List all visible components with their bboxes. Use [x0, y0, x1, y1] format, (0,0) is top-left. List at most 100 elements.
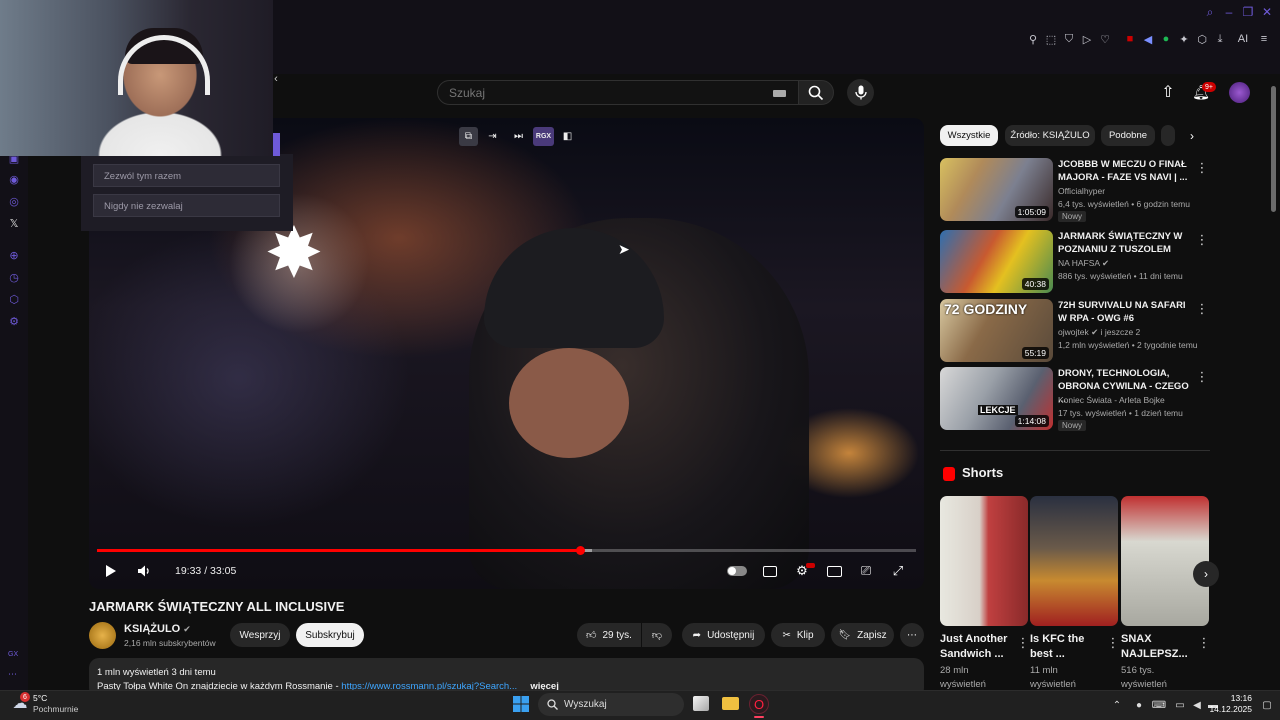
recommendation-thumbnail[interactable]: 40:38 [940, 230, 1053, 293]
task-view-icon[interactable] [693, 696, 709, 711]
keyboard-icon[interactable]: ⌨ [1152, 698, 1166, 712]
network-icon[interactable]: ▭ [1173, 698, 1187, 712]
add-icon[interactable]: ⊕ [6, 247, 22, 263]
messenger-icon[interactable]: ◉ [6, 171, 22, 187]
compare-icon[interactable]: ◧ [558, 127, 577, 146]
like-button[interactable]: 👍︎ 29 tys. [577, 623, 641, 647]
recommendation-title[interactable]: 72H SURVIVALU NA SAFARI W RPA - owg #6 [1058, 299, 1194, 325]
instagram-icon[interactable]: ◎ [6, 193, 22, 209]
skip-icon[interactable]: ⏭ [509, 127, 528, 146]
chip-source[interactable]: Źródło: KSIĄŻULO [1005, 125, 1095, 146]
recommendation-menu-icon[interactable]: ⋮ [1196, 232, 1209, 248]
recommendation-menu-icon[interactable]: ⋮ [1196, 301, 1209, 317]
short-thumbnail[interactable] [1030, 496, 1118, 626]
recommendation-item[interactable]: 72 GODZINY 55:19 72H SURVIVALU NA SAFARI … [940, 299, 1210, 363]
webcam-overlay[interactable] [0, 0, 273, 156]
extensions-menu-icon[interactable]: ⬡ [1194, 31, 1210, 47]
short-menu-icon[interactable]: ⋮ [1017, 635, 1030, 650]
subscribe-button[interactable]: Subskrybuj [296, 623, 364, 647]
keyboard-icon[interactable] [773, 90, 786, 97]
recommendation-menu-icon[interactable]: ⋮ [1196, 160, 1209, 176]
opera-gx-icon[interactable]: O [749, 694, 769, 714]
recommendation-channel[interactable]: Officialhyper [1058, 186, 1105, 196]
clock-date[interactable]: 14.12.2025 [1200, 704, 1252, 714]
ai-button[interactable]: AI [1232, 31, 1254, 47]
more-actions-button[interactable]: ⋯ [900, 623, 924, 647]
autoplay-toggle[interactable] [726, 561, 748, 581]
short-title[interactable]: Just Another Sandwich ... [940, 632, 1016, 662]
allow-once-button[interactable]: Zezwól tym razem [93, 164, 280, 187]
chips-next-icon[interactable]: › [1183, 127, 1201, 145]
channel-avatar[interactable] [89, 622, 116, 649]
minimize-icon[interactable]: – [1220, 4, 1238, 20]
flag-icon[interactable]: ■ [1122, 31, 1138, 47]
miniplayer-button[interactable] [823, 561, 845, 581]
recommendation-item[interactable]: LEKCJE 1:14:08 DRONY, TECHNOLOGIA, OBRONA… [940, 367, 1210, 431]
tray-chevron-icon[interactable]: ⌃ [1110, 698, 1124, 712]
restore-icon[interactable]: ❐ [1239, 4, 1257, 20]
recommendation-item[interactable]: 40:38 JARMARK ŚWIĄTECZNY W POZNANIU Z TU… [940, 230, 1210, 294]
short-title[interactable]: SNAX NAJLEPSZ... [1121, 632, 1197, 662]
search-button[interactable] [798, 80, 834, 105]
clip-button[interactable]: ✂ Klip [771, 623, 825, 647]
recommendation-channel[interactable]: Koniec Świata - Arleta Bojke [1058, 395, 1165, 405]
puzzle-icon[interactable]: ✦ [1176, 31, 1192, 47]
history-icon[interactable]: ◷ [6, 269, 22, 285]
x-icon[interactable]: 𝕏 [6, 215, 22, 231]
windows-start-icon[interactable] [513, 696, 529, 712]
close-icon[interactable]: ✕ [1258, 4, 1276, 20]
never-allow-button[interactable]: Nigdy nie zezwalaj [93, 194, 280, 217]
recommendation-menu-icon[interactable]: ⋮ [1196, 369, 1209, 385]
shield-icon[interactable]: ⛉ [1061, 31, 1077, 47]
taskbar-search[interactable]: Wyszukaj [538, 693, 684, 716]
channel-name[interactable]: KSIĄŻULO ✔ [124, 623, 191, 635]
volume-button[interactable] [133, 561, 155, 581]
short-menu-icon[interactable]: ⋮ [1198, 635, 1211, 650]
share-button[interactable]: ➦ Udostępnij [682, 623, 765, 647]
recommendation-item[interactable]: 1:05:09 JCOBBB W MECZU O FINAŁ MAJORA - … [940, 158, 1210, 222]
short-item[interactable]: Is KFC the best ... 11 mln wyświetleń ⋮ [1030, 496, 1120, 690]
recommendation-title[interactable]: JARMARK ŚWIĄTECZNY W POZNANIU Z TUSZOLEM [1058, 230, 1194, 256]
short-title[interactable]: Is KFC the best ... [1030, 632, 1106, 662]
short-item[interactable]: SNAX NAJLEPSZ... 516 tys. wyświetleń ⋮ [1121, 496, 1211, 690]
search-input[interactable] [438, 81, 738, 104]
voice-search-button[interactable] [847, 79, 874, 106]
avatar[interactable] [1229, 82, 1250, 103]
pin-icon[interactable]: ⚲ [1025, 31, 1041, 47]
upload-icon[interactable]: ⇧ [1159, 83, 1177, 101]
save-button[interactable]: 🔖︎ Zapisz [831, 623, 894, 647]
screenshot-icon[interactable]: ⬚ [1043, 31, 1059, 47]
recommendation-title[interactable]: JCOBBB W MECZU O FINAŁ MAJORA - FaZe vs … [1058, 158, 1194, 184]
recommendation-channel[interactable]: ojwojtek ✔ i jeszcze 2 [1058, 327, 1140, 338]
short-item[interactable]: Just Another Sandwich ... 28 mln wyświet… [940, 496, 1030, 690]
chip-all[interactable]: Wszystkie [940, 125, 998, 146]
sidebar-more-icon[interactable]: ⋯ [8, 669, 17, 680]
recommendation-thumbnail[interactable]: LEKCJE 1:14:08 [940, 367, 1053, 430]
short-thumbnail[interactable] [1121, 496, 1209, 626]
short-thumbnail[interactable] [940, 496, 1028, 626]
rgx-button[interactable]: RGX [533, 127, 554, 146]
heart-icon[interactable]: ♡ [1097, 31, 1113, 47]
dislike-button[interactable]: 👎︎ [642, 623, 672, 647]
short-menu-icon[interactable]: ⋮ [1107, 635, 1120, 650]
settings-icon[interactable]: ⚙ [6, 313, 22, 329]
exit-icon[interactable]: ⇥ [483, 127, 502, 146]
support-button[interactable]: Wesprzyj [230, 623, 290, 647]
download-icon[interactable]: ⤓ [1212, 31, 1228, 47]
fullscreen-button[interactable]: ⤢ [887, 561, 909, 581]
play-icon[interactable]: ▷ [1079, 31, 1095, 47]
notification-center-icon[interactable]: ▢ [1260, 698, 1274, 712]
search-icon[interactable]: ⌕ [1201, 4, 1219, 20]
clock-time[interactable]: 13:16 [1212, 693, 1252, 703]
file-explorer-icon[interactable] [722, 697, 739, 710]
menu-icon[interactable]: ≡ [1256, 31, 1272, 47]
extension-icon[interactable]: ● [1158, 31, 1174, 47]
volume-icon[interactable]: ◀ [1140, 31, 1156, 47]
microphone-icon[interactable]: ● [1132, 698, 1146, 712]
chip-partial[interactable] [1161, 125, 1175, 146]
extensions-icon[interactable]: ⬡ [6, 291, 22, 307]
collapse-chevron-icon[interactable]: ‹ [270, 72, 282, 86]
recommendation-thumbnail[interactable]: 1:05:09 [940, 158, 1053, 221]
scrollbar[interactable] [1271, 86, 1276, 212]
chip-similar[interactable]: Podobne [1101, 125, 1155, 146]
